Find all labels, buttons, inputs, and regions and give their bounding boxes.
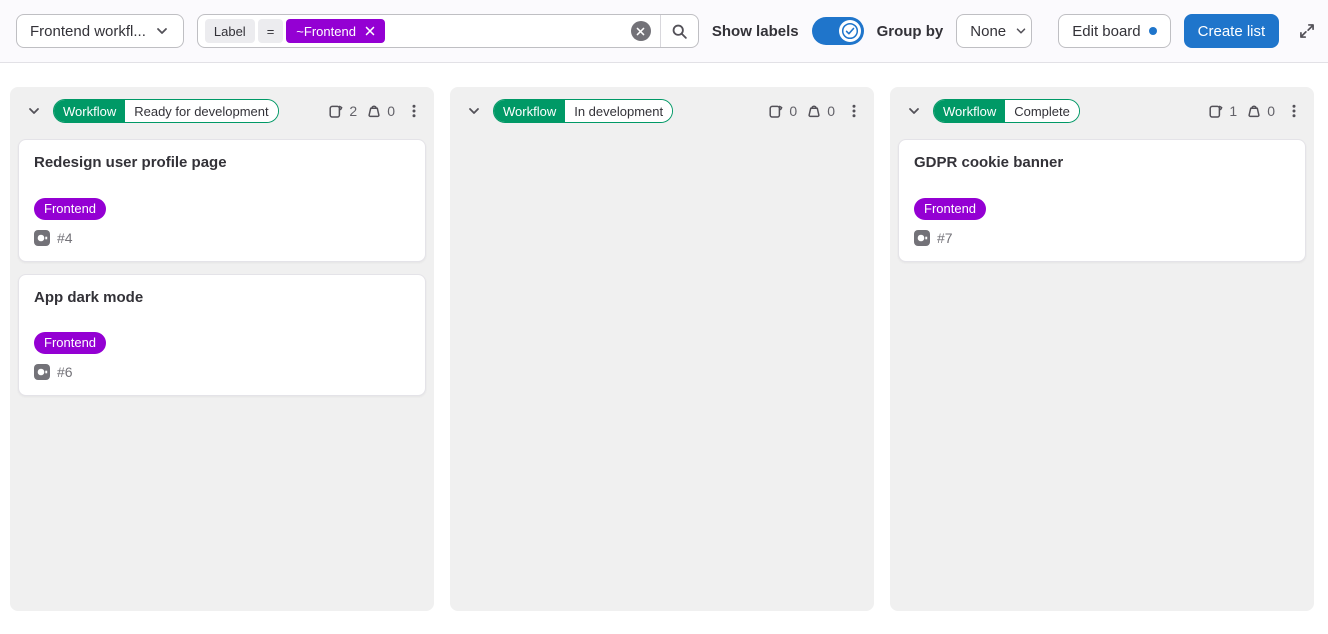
- issue-card-footer: #6: [34, 364, 410, 380]
- scoped-label-value: Complete: [1005, 100, 1079, 122]
- filter-bar[interactable]: Label = ~Frontend: [197, 14, 699, 48]
- dot-icon: [1149, 27, 1157, 35]
- issue-card[interactable]: App dark mode Frontend #6: [18, 274, 426, 397]
- list-counters: 0 0: [768, 103, 835, 119]
- issue-card-labels: Frontend: [914, 198, 1290, 220]
- project-avatar-icon: [914, 230, 930, 246]
- create-list-label: Create list: [1198, 23, 1266, 40]
- list-weight-count: 0: [827, 103, 835, 119]
- list-weight-count: 0: [1267, 103, 1275, 119]
- show-labels-toggle[interactable]: [812, 17, 864, 45]
- toggle-knob: [839, 20, 861, 42]
- collapse-list-button[interactable]: [904, 101, 924, 121]
- list-counters: 2 0: [328, 103, 395, 119]
- group-by-label: Group by: [877, 23, 944, 40]
- board-list: Workflow In development 0 0: [450, 87, 874, 611]
- ellipsis-vertical-icon: [406, 103, 422, 119]
- chevron-down-icon: [26, 103, 42, 119]
- issue-card-title[interactable]: Redesign user profile page: [34, 153, 410, 173]
- show-labels-label: Show labels: [712, 23, 799, 40]
- fullscreen-button[interactable]: [1294, 18, 1320, 44]
- issue-card-footer: #4: [34, 230, 410, 246]
- edit-board-button[interactable]: Edit board: [1058, 14, 1170, 48]
- issue-card[interactable]: GDPR cookie banner Frontend #7: [898, 139, 1306, 262]
- issue-card-labels: Frontend: [34, 198, 410, 220]
- filter-token-operator[interactable]: =: [258, 19, 284, 43]
- create-list-button[interactable]: Create list: [1184, 14, 1280, 48]
- expand-arrows-icon: [1298, 22, 1316, 40]
- list-issue-count: 2: [349, 103, 357, 119]
- filter-input[interactable]: [388, 15, 631, 47]
- board-switcher-dropdown[interactable]: Frontend workfl...: [16, 14, 184, 48]
- list-scoped-label[interactable]: Workflow Ready for development: [53, 99, 279, 123]
- issues-icon: [768, 103, 784, 119]
- issue-label[interactable]: Frontend: [34, 198, 106, 220]
- board-switcher-label: Frontend workfl...: [30, 23, 146, 40]
- board-list-header: Workflow In development 0 0: [450, 87, 874, 135]
- scoped-label-key: Workflow: [934, 100, 1005, 122]
- search-icon: [671, 23, 688, 40]
- filter-token-field[interactable]: Label: [205, 19, 255, 43]
- filter-token-value[interactable]: ~Frontend: [286, 19, 385, 43]
- board-list-header: Workflow Complete 1 0: [890, 87, 1314, 135]
- issue-reference: #7: [937, 230, 953, 246]
- scoped-label-key: Workflow: [494, 100, 565, 122]
- group-by-dropdown[interactable]: None: [956, 14, 1032, 48]
- chevron-down-icon: [466, 103, 482, 119]
- list-cards: Redesign user profile page Frontend #4 A…: [10, 135, 434, 404]
- scoped-label-value: In development: [565, 100, 672, 122]
- list-counters: 1 0: [1208, 103, 1275, 119]
- chevron-down-icon: [154, 23, 170, 39]
- issue-card[interactable]: Redesign user profile page Frontend #4: [18, 139, 426, 262]
- chevron-down-icon: [1014, 24, 1028, 38]
- issue-card-labels: Frontend: [34, 332, 410, 354]
- board: Workflow Ready for development 2 0 Redes…: [0, 63, 1328, 611]
- collapse-list-button[interactable]: [24, 101, 44, 121]
- list-scoped-label[interactable]: Workflow In development: [493, 99, 673, 123]
- project-avatar-icon: [34, 364, 50, 380]
- project-avatar-icon: [34, 230, 50, 246]
- issues-icon: [328, 103, 344, 119]
- collapse-list-button[interactable]: [464, 101, 484, 121]
- list-issue-count: 1: [1229, 103, 1237, 119]
- weight-icon: [806, 103, 822, 119]
- board-list-header: Workflow Ready for development 2 0: [10, 87, 434, 135]
- list-actions-button[interactable]: [844, 101, 864, 121]
- filter-token-value-label: ~Frontend: [296, 24, 356, 39]
- group-by-value: None: [970, 23, 1006, 40]
- issues-icon: [1208, 103, 1224, 119]
- close-circle-icon: [635, 26, 646, 37]
- board-list: Workflow Complete 1 0 GDPR cookie banner…: [890, 87, 1314, 611]
- list-actions-button[interactable]: [404, 101, 424, 121]
- board-toolbar: Frontend workfl... Label = ~Frontend: [0, 0, 1328, 63]
- weight-icon: [1246, 103, 1262, 119]
- check-circle-icon: [841, 22, 859, 40]
- close-icon[interactable]: [363, 24, 377, 38]
- list-scoped-label[interactable]: Workflow Complete: [933, 99, 1080, 123]
- issue-label[interactable]: Frontend: [34, 332, 106, 354]
- issue-reference: #6: [57, 364, 73, 380]
- scoped-label-key: Workflow: [54, 100, 125, 122]
- chevron-down-icon: [906, 103, 922, 119]
- issue-card-title[interactable]: App dark mode: [34, 288, 410, 308]
- ellipsis-vertical-icon: [1286, 103, 1302, 119]
- list-actions-button[interactable]: [1284, 101, 1304, 121]
- list-cards: GDPR cookie banner Frontend #7: [890, 135, 1314, 270]
- filter-clear-button[interactable]: [631, 21, 651, 41]
- ellipsis-vertical-icon: [846, 103, 862, 119]
- weight-icon: [366, 103, 382, 119]
- scoped-label-value: Ready for development: [125, 100, 277, 122]
- list-weight-count: 0: [387, 103, 395, 119]
- filter-token: Label = ~Frontend: [205, 19, 388, 43]
- issue-label[interactable]: Frontend: [914, 198, 986, 220]
- issue-reference: #4: [57, 230, 73, 246]
- search-button[interactable]: [660, 15, 698, 47]
- issue-card-title[interactable]: GDPR cookie banner: [914, 153, 1290, 173]
- issue-card-footer: #7: [914, 230, 1290, 246]
- board-list: Workflow Ready for development 2 0 Redes…: [10, 87, 434, 611]
- edit-board-label: Edit board: [1072, 23, 1140, 40]
- list-cards: [450, 135, 874, 147]
- list-issue-count: 0: [789, 103, 797, 119]
